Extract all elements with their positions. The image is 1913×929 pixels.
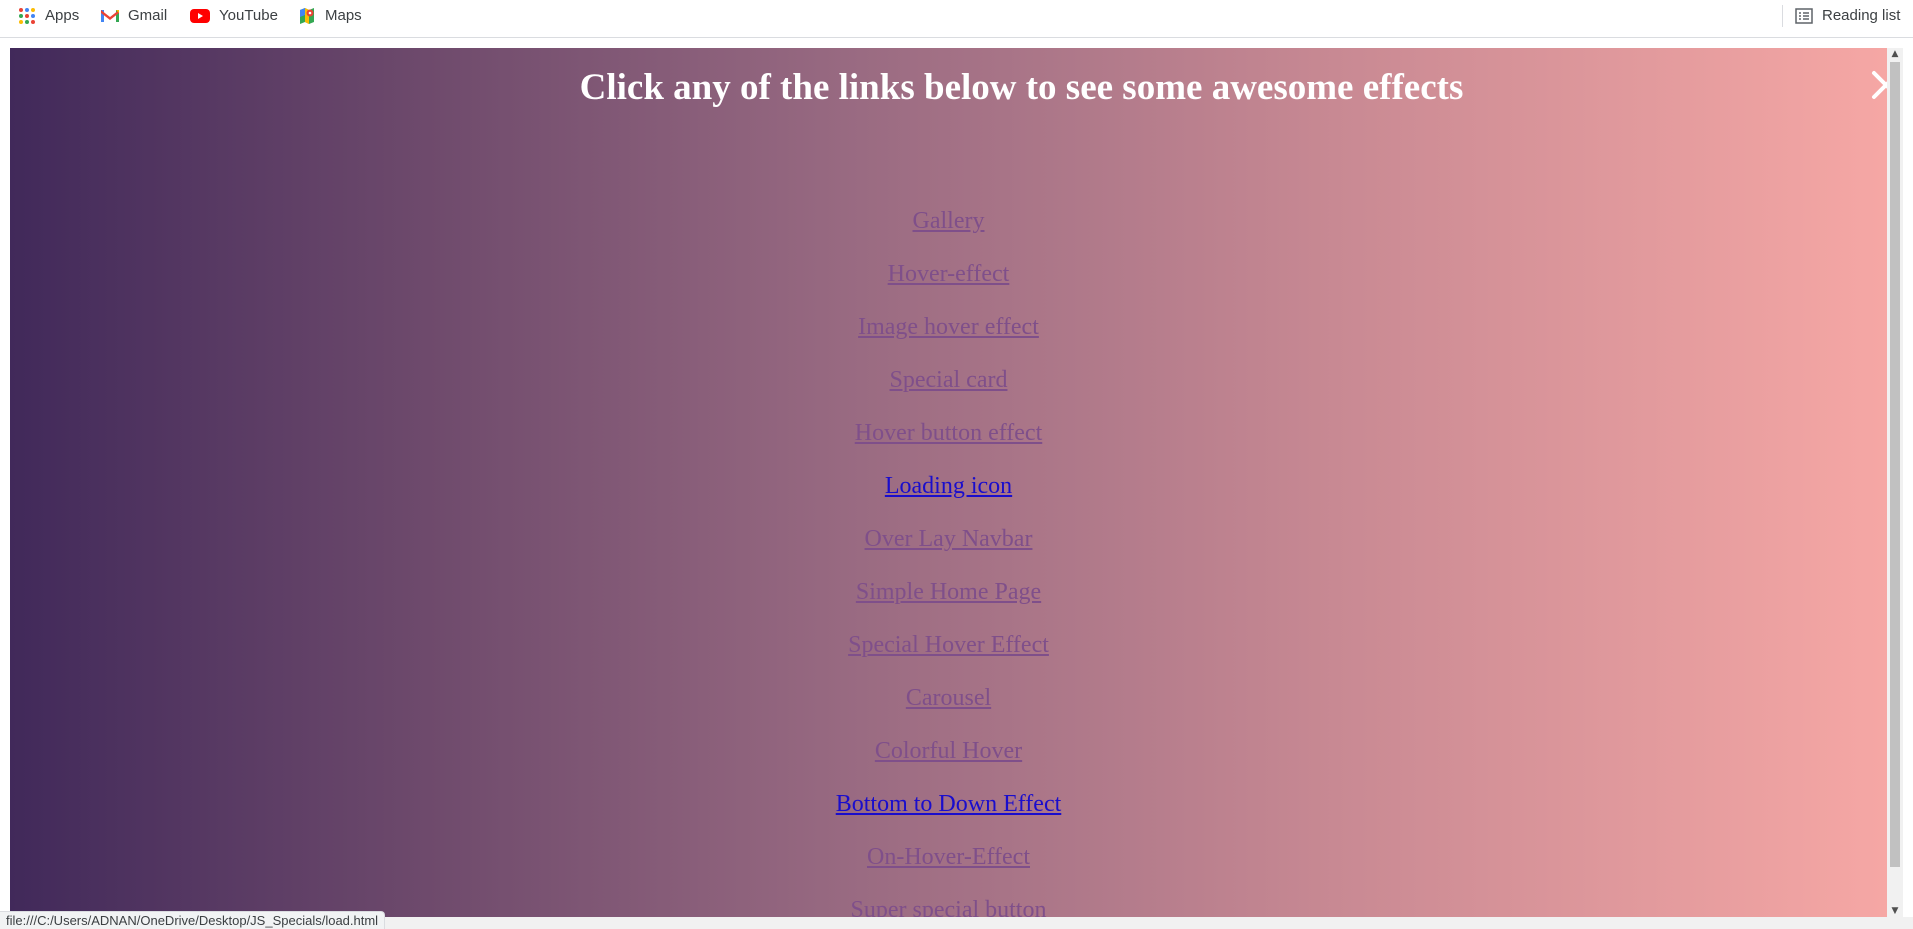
maps-icon [300,7,314,24]
link-super-special-button[interactable]: Super special button [851,897,1047,917]
reading-list-button[interactable]: Reading list [1795,0,1900,31]
reading-list-icon [1795,7,1813,24]
list-item: Special Hover Effect [10,632,1887,685]
bookmarks-bar: Apps Gmail YouTube Maps Reading list [0,0,1913,38]
effects-link-list: Gallery Hover-effect Image hover effect … [10,208,1887,917]
bookmark-apps[interactable]: Apps [18,0,79,31]
link-special-card[interactable]: Special card [890,367,1008,393]
bookmarks-divider [1782,5,1783,27]
gmail-icon [101,9,119,22]
scroll-up-arrow-icon[interactable]: ▲ [1890,48,1900,60]
youtube-icon [190,8,210,23]
list-item: Simple Home Page [10,579,1887,632]
link-colorful-hover[interactable]: Colorful Hover [875,738,1022,764]
status-bar-url: file:///C:/Users/ADNAN/OneDrive/Desktop/… [0,911,386,929]
list-item: Image hover effect [10,314,1887,367]
list-item: Special card [10,367,1887,420]
list-item: Loading icon [10,473,1887,526]
link-bottom-to-down-effect[interactable]: Bottom to Down Effect [836,791,1062,817]
link-gallery[interactable]: Gallery [913,208,985,234]
bookmark-maps-label: Maps [325,7,362,24]
list-item: Gallery [10,208,1887,261]
link-hover-button-effect[interactable]: Hover button effect [855,420,1043,446]
bookmark-maps[interactable]: Maps [298,0,362,31]
bookmark-youtube-label: YouTube [219,7,278,24]
link-on-hover-effect[interactable]: On-Hover-Effect [867,844,1030,870]
scrollbar-thumb[interactable] [1890,62,1900,867]
list-item: Colorful Hover [10,738,1887,791]
page-heading: Click any of the links below to see some… [579,67,1464,108]
list-item: Hover-effect [10,261,1887,314]
link-special-hover-effect[interactable]: Special Hover Effect [848,632,1049,658]
scroll-down-arrow-icon[interactable]: ▼ [1890,905,1900,917]
list-item: Carousel [10,685,1887,738]
reading-list-label: Reading list [1822,7,1901,24]
link-image-hover-effect[interactable]: Image hover effect [858,314,1039,340]
page-viewport: Click any of the links below to see some… [10,48,1903,917]
link-hover-effect[interactable]: Hover-effect [888,261,1010,287]
vertical-scrollbar[interactable]: ▲ ▼ [1887,48,1903,917]
list-item: Hover button effect [10,420,1887,473]
list-item: On-Hover-Effect [10,844,1887,897]
list-item: Over Lay Navbar [10,526,1887,579]
link-simple-home-page[interactable]: Simple Home Page [856,579,1041,605]
bookmark-youtube[interactable]: YouTube [190,0,278,31]
link-carousel[interactable]: Carousel [906,685,991,711]
link-loading-icon[interactable]: Loading icon [885,473,1012,499]
link-overlay-navbar[interactable]: Over Lay Navbar [865,526,1033,552]
apps-grid-icon [19,7,35,24]
bookmark-gmail-label: Gmail [128,7,168,24]
list-item: Bottom to Down Effect [10,791,1887,844]
bookmark-gmail[interactable]: Gmail [101,0,167,31]
bookmark-apps-label: Apps [45,7,80,24]
